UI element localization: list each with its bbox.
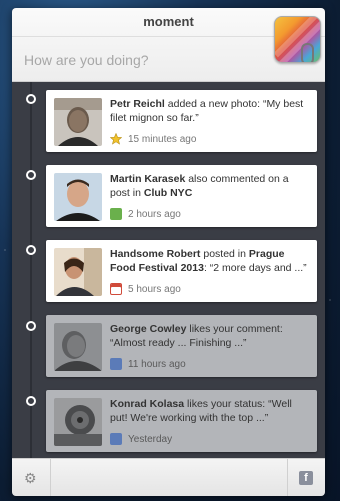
star-icon (109, 132, 123, 145)
feed-author[interactable]: Handsome Robert (110, 248, 200, 260)
feed-timeline: Petr Reichl added a new photo: “My best … (12, 82, 325, 458)
moment-panel: moment Petr Reichl ad (12, 8, 325, 496)
like-icon (110, 433, 122, 445)
avatar (54, 398, 102, 446)
gear-icon[interactable]: ⚙ (24, 470, 37, 487)
comment-icon (110, 208, 122, 220)
footer-bar: ⚙ f (12, 458, 325, 496)
timeline-dot (26, 94, 36, 104)
feed-item[interactable]: George Cowley likes your comment: “Almos… (46, 315, 317, 377)
like-icon (110, 358, 122, 370)
feed-item[interactable]: Petr Reichl added a new photo: “My best … (46, 90, 317, 152)
feed-text-tail: : “2 more days and ...” (203, 262, 307, 274)
timeline-dot (26, 245, 36, 255)
avatar (54, 98, 102, 146)
feed-author[interactable]: Petr Reichl (110, 98, 165, 110)
feed-item[interactable]: Handsome Robert posted in Prague Food Fe… (46, 240, 317, 302)
feed-group-link[interactable]: Club NYC (144, 187, 192, 199)
feed-time: 11 hours ago (128, 358, 186, 370)
avatar (54, 323, 102, 371)
feed-author[interactable]: George Cowley (110, 323, 186, 335)
facebook-icon[interactable]: f (299, 471, 313, 485)
avatar (54, 248, 102, 296)
photo-attach-icon[interactable] (274, 16, 321, 63)
header: moment (12, 8, 325, 82)
feed-time: 2 hours ago (128, 208, 181, 220)
timeline-dot (26, 170, 36, 180)
feed-author[interactable]: Konrad Kolasa (110, 398, 184, 410)
timeline-dot (26, 321, 36, 331)
avatar (54, 173, 102, 221)
feed-item[interactable]: Martin Karasek also commented on a post … (46, 165, 317, 227)
status-input[interactable] (24, 50, 264, 70)
timeline-dot (26, 396, 36, 406)
feed-item[interactable]: Konrad Kolasa likes your status: “Well p… (46, 390, 317, 452)
feed-time: 5 hours ago (128, 283, 181, 295)
feed-time: 15 minutes ago (128, 133, 197, 145)
feed-time: Yesterday (128, 433, 173, 445)
feed-author[interactable]: Martin Karasek (110, 173, 185, 185)
feed-text: posted in (203, 248, 246, 260)
calendar-icon (110, 283, 122, 295)
